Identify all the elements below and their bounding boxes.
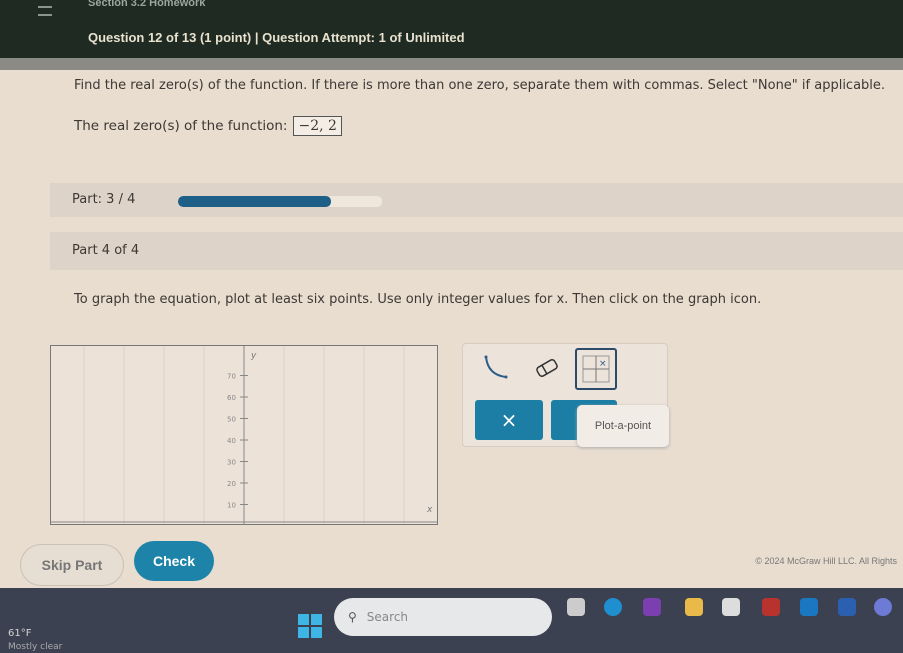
part-label: Part 4 of 4	[72, 243, 140, 258]
y-tick-label: 60	[227, 394, 236, 402]
y-tick-label: 70	[227, 373, 236, 381]
windows-start-icon[interactable]	[298, 614, 322, 638]
clear-button[interactable]: ×	[475, 400, 543, 440]
store-icon[interactable]	[722, 598, 740, 616]
app-icon-2[interactable]	[874, 598, 892, 616]
graph-area[interactable]: y x 10 20 30 40 50 60 70	[50, 345, 445, 525]
plot-point-tooltip: Plot-a-point	[577, 405, 669, 447]
search-placeholder: Search	[366, 610, 409, 624]
skip-part-button[interactable]: Skip Part	[20, 544, 124, 586]
task-view-icon[interactable]	[567, 598, 585, 616]
outlook-icon[interactable]	[800, 598, 818, 616]
y-tick-label: 10	[227, 502, 236, 510]
weather-temperature[interactable]: 61°F	[8, 628, 31, 639]
edge-icon[interactable]	[604, 598, 622, 616]
y-tick-label: 30	[227, 459, 236, 467]
svg-text:×: ×	[599, 359, 607, 369]
part-header: Part 4 of 4	[50, 232, 903, 270]
question-prompt: Find the real zero(s) of the function. I…	[74, 78, 886, 93]
app-icon[interactable]	[762, 598, 780, 616]
y-axis-label: y	[250, 351, 257, 361]
search-icon: ⚲	[348, 610, 357, 624]
answer-field[interactable]: −2, 2	[293, 116, 342, 136]
header-divider	[0, 58, 903, 70]
instruction: To graph the equation, plot at least six…	[74, 292, 762, 307]
onenote-icon[interactable]	[643, 598, 661, 616]
eraser-icon[interactable]	[529, 350, 565, 386]
file-explorer-icon[interactable]	[685, 598, 703, 616]
progress-bar	[178, 196, 382, 207]
y-tick-label: 20	[227, 480, 236, 488]
answer-label: The real zero(s) of the function:	[74, 118, 288, 134]
progress-fill	[178, 196, 331, 207]
weather-condition[interactable]: Mostly clear	[8, 642, 62, 652]
answer-row: The real zero(s) of the function: −2, 2	[74, 116, 342, 136]
plot-point-icon[interactable]: ×	[575, 348, 617, 390]
y-tick-label: 50	[227, 416, 236, 424]
taskbar-search[interactable]: ⚲ Search	[334, 598, 552, 636]
question-info: Question 12 of 13 (1 point) | Question A…	[88, 30, 465, 45]
copyright: © 2024 McGraw Hill LLC. All Rights	[755, 556, 897, 566]
menu-icon[interactable]	[38, 6, 52, 16]
part-progress-label: Part: 3 / 4	[72, 192, 136, 207]
curve-icon[interactable]	[477, 350, 513, 386]
course-title: Section 3.2 Homework	[88, 0, 206, 9]
y-tick-label: 40	[227, 437, 236, 445]
check-button[interactable]: Check	[134, 541, 214, 581]
word-icon[interactable]	[838, 598, 856, 616]
x-axis-label: x	[426, 505, 433, 515]
graph-svg[interactable]: y x 10 20 30 40 50 60 70	[51, 346, 445, 524]
